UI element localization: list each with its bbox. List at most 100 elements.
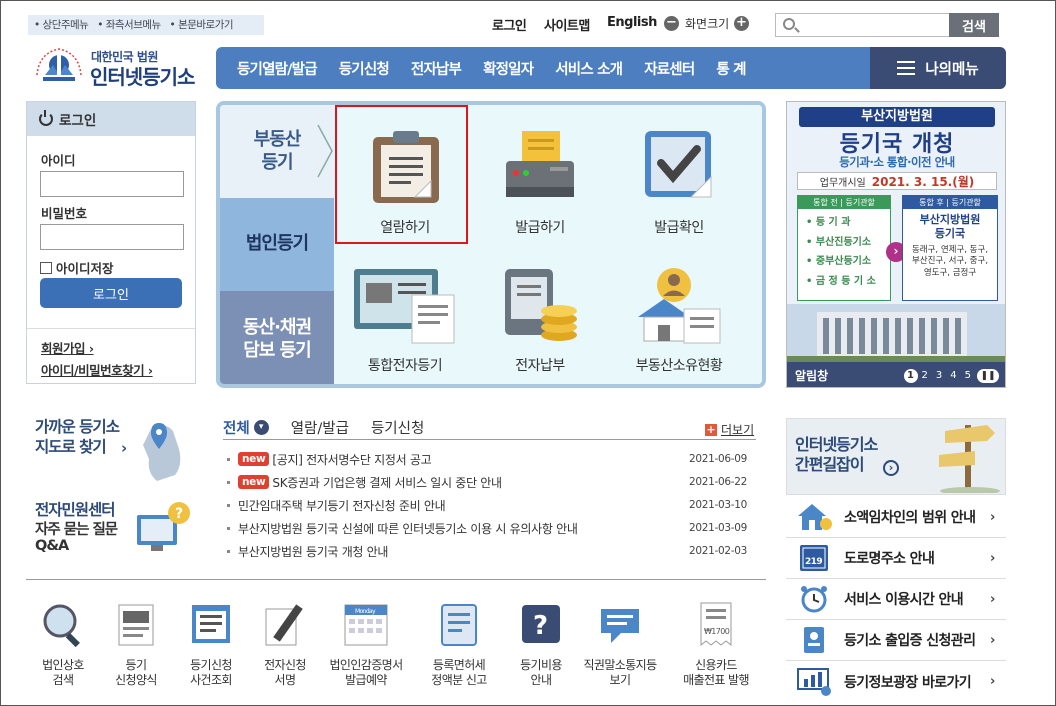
news-row[interactable]: 민간임대주택 부기등기 전자신청 준비 안내 2021-03-10 (227, 495, 747, 515)
tab-all[interactable]: 전체 ▾ (223, 417, 269, 438)
faq-link[interactable]: 자주 묻는 질문 Q&A (35, 522, 118, 555)
service-e-payment[interactable]: 전자납부 (475, 265, 605, 375)
corp-name-search[interactable]: 법인상호 검색 (25, 601, 101, 689)
banner-date-box: 업무개시일 2021. 3. 15.(월) (797, 172, 997, 190)
printer-icon (506, 131, 574, 197)
calendar-icon: Monday (344, 604, 388, 646)
banner-page-2[interactable]: 2 (922, 370, 928, 381)
tab-registration-apply[interactable]: 등기신청 (371, 417, 424, 438)
join-link[interactable]: 회원가입 › (41, 338, 94, 357)
service-issue-check[interactable]: 발급확인 (614, 127, 744, 237)
news-divider (223, 439, 756, 440)
banner-subtitle: 등기과·소 통합·이전 안내 (839, 155, 955, 169)
check-mark-icon (645, 131, 712, 198)
search-input[interactable] (800, 16, 946, 34)
service-integrated-e-registration[interactable]: 통합전자등기 (340, 265, 470, 375)
search-box: 검색 (775, 13, 999, 37)
banner-after-name: 부산지방법원 등기국 (919, 213, 981, 240)
nav-item-registration-apply[interactable]: 등기신청 (328, 58, 400, 79)
remember-id-checkbox[interactable] (40, 261, 52, 274)
korea-map-icon (143, 423, 181, 481)
nav-item-fixed-date[interactable]: 확정일자 (472, 58, 544, 79)
chevron-right-icon: › (990, 591, 995, 607)
news-row[interactable]: 부산지방법원 등기국 신설에 따른 인터넷등기소 이용 시 유의사항 안내 202… (227, 518, 747, 538)
receipt-icon: ₩1700 (700, 602, 732, 647)
pause-icon[interactable]: ❚❚ (977, 368, 999, 383)
card-receipt-issue[interactable]: ₩1700 신용카드 매출전표 발행 (671, 601, 761, 689)
util-english-link[interactable]: English (607, 15, 657, 30)
password-input[interactable] (40, 224, 184, 250)
new-badge: new (238, 475, 270, 489)
e-signature[interactable]: 전자신청 서명 (247, 601, 323, 689)
nav-item-e-payment[interactable]: 전자납부 (400, 58, 472, 79)
my-menu-button[interactable]: 나의메뉴 (870, 47, 1006, 89)
banner-page-4[interactable]: 4 (950, 370, 956, 381)
nav-item-data-center[interactable]: 자료센터 (633, 58, 705, 79)
service-box: 부동산 등기 법인등기 동산·채권 담보 등기 열람하기 발급하기 발급확인 통… (216, 101, 766, 388)
tab-movable-property[interactable]: 동산·채권 담보 등기 (220, 291, 334, 384)
case-inquiry[interactable]: 등기신청 사건조회 (173, 601, 249, 689)
skip-link-top-menu[interactable]: • 상단주메뉴 (34, 19, 89, 31)
ex-officio-notice[interactable]: 직권말소통지등 보기 (577, 601, 663, 689)
seal-certificate-reservation[interactable]: Monday 법인인감증명서 발급예약 (321, 601, 411, 689)
chevron-right-icon: › (990, 674, 995, 689)
chevron-right-icon: › (990, 509, 995, 525)
nav-item-statistics[interactable]: 통 계 (705, 58, 756, 79)
zoom-out-button[interactable]: − (664, 16, 679, 31)
tax-document-icon (441, 604, 477, 646)
road-sign-icon: 219 (800, 545, 828, 571)
tab-corporation[interactable]: 법인등기 (220, 198, 334, 291)
nearby-registry-label: 가까운 등기소 지도로 찾기 (35, 418, 120, 457)
banner-page-5[interactable]: 5 (965, 370, 971, 381)
login-button[interactable]: 로그인 (40, 278, 182, 308)
bottom-divider (26, 579, 766, 580)
banner-footer: 알림창 1 2 3 4 5 ❚❚ (787, 362, 1005, 387)
my-menu-label: 나의메뉴 (925, 61, 979, 78)
nav-item-view-issue[interactable]: 등기열람/발급 (226, 58, 328, 79)
quick-small-tenant[interactable]: 소액임차인의 범위 안내 › (786, 497, 1006, 538)
more-link[interactable]: + 더보기 (705, 421, 754, 438)
house-owner-icon (638, 268, 721, 344)
quick-service-hours[interactable]: 서비스 이용시간 안내 › (786, 579, 1006, 620)
registration-forms[interactable]: 등기 신청양식 (98, 601, 174, 689)
nearby-registry-link[interactable]: 가까운 등기소 지도로 찾기 (35, 417, 120, 457)
chevron-right-icon: › (990, 632, 995, 648)
remember-id-label: 아이디저장 (56, 261, 114, 276)
chevron-down-icon: ▾ (253, 420, 269, 435)
banner-after-area: 동래구, 연제구, 동구, 부산진구, 서구, 중구, 영도구, 금정구 (911, 244, 989, 279)
quick-access-card[interactable]: 등기소 출입증 신청관리 › (786, 620, 1006, 661)
banner-date-label: 업무개시일 (819, 177, 866, 189)
skip-link-content[interactable]: • 본문바로가기 (170, 19, 234, 31)
notice-banner[interactable]: 부산지방법원 등기국 개청 등기과·소 통합·이전 안내 업무개시일 2021.… (786, 101, 1006, 388)
service-issue[interactable]: 발급하기 (475, 127, 605, 237)
nav-item-service-intro[interactable]: 서비스 소개 (544, 58, 633, 79)
util-sitemap-link[interactable]: 사이트맵 (544, 15, 590, 34)
zoom-in-button[interactable]: + (734, 16, 749, 31)
news-row[interactable]: new [공지] 전자서명수단 지정서 공고 2021-06-09 (227, 449, 747, 469)
remember-id[interactable]: 아이디저장 (40, 258, 114, 277)
svg-text:?: ? (175, 506, 183, 522)
find-account-link[interactable]: 아이디/비밀번호찾기 › (41, 360, 153, 379)
license-tax-report[interactable]: 등록면허세 정액분 신고 (419, 601, 499, 689)
search-button[interactable]: 검색 (949, 13, 999, 37)
chart-monitor-icon (797, 667, 831, 696)
news-row[interactable]: new SK증권과 기업은행 결제 서비스 일시 중단 안내 2021-06-22 (227, 472, 747, 492)
quick-road-address[interactable]: 219 도로명주소 안내 › (786, 538, 1006, 579)
util-login-link[interactable]: 로그인 (492, 15, 527, 34)
id-input[interactable] (40, 171, 184, 197)
service-property-ownership[interactable]: 부동산소유현황 (614, 265, 744, 375)
skip-link-left-menu[interactable]: • 좌측서브메뉴 (97, 19, 161, 31)
court-emblem-logo[interactable] (31, 45, 87, 85)
tab-view-issue[interactable]: 열람/발급 (291, 417, 349, 438)
news-row[interactable]: 부산지방법원 등기국 개청 안내 2021-02-03 (227, 541, 747, 561)
registration-cost-guide[interactable]: ? 등기비용 안내 (503, 601, 579, 689)
banner-page-1[interactable]: 1 (903, 368, 918, 383)
e-civil-center-link[interactable]: 전자민원센터 (35, 498, 116, 520)
documents-monitor-icon (354, 269, 455, 344)
logo-title[interactable]: 인터넷등기소 (90, 61, 195, 90)
password-label: 비밀번호 (41, 206, 88, 221)
nearby-arrow-icon: › (121, 439, 128, 457)
banner-page-3[interactable]: 3 (936, 370, 942, 381)
quick-data-plaza[interactable]: 등기정보광장 바로가기 › (786, 661, 1006, 702)
easy-guide-banner[interactable]: 인터넷등기소 간편길잡이 › (786, 418, 1006, 495)
